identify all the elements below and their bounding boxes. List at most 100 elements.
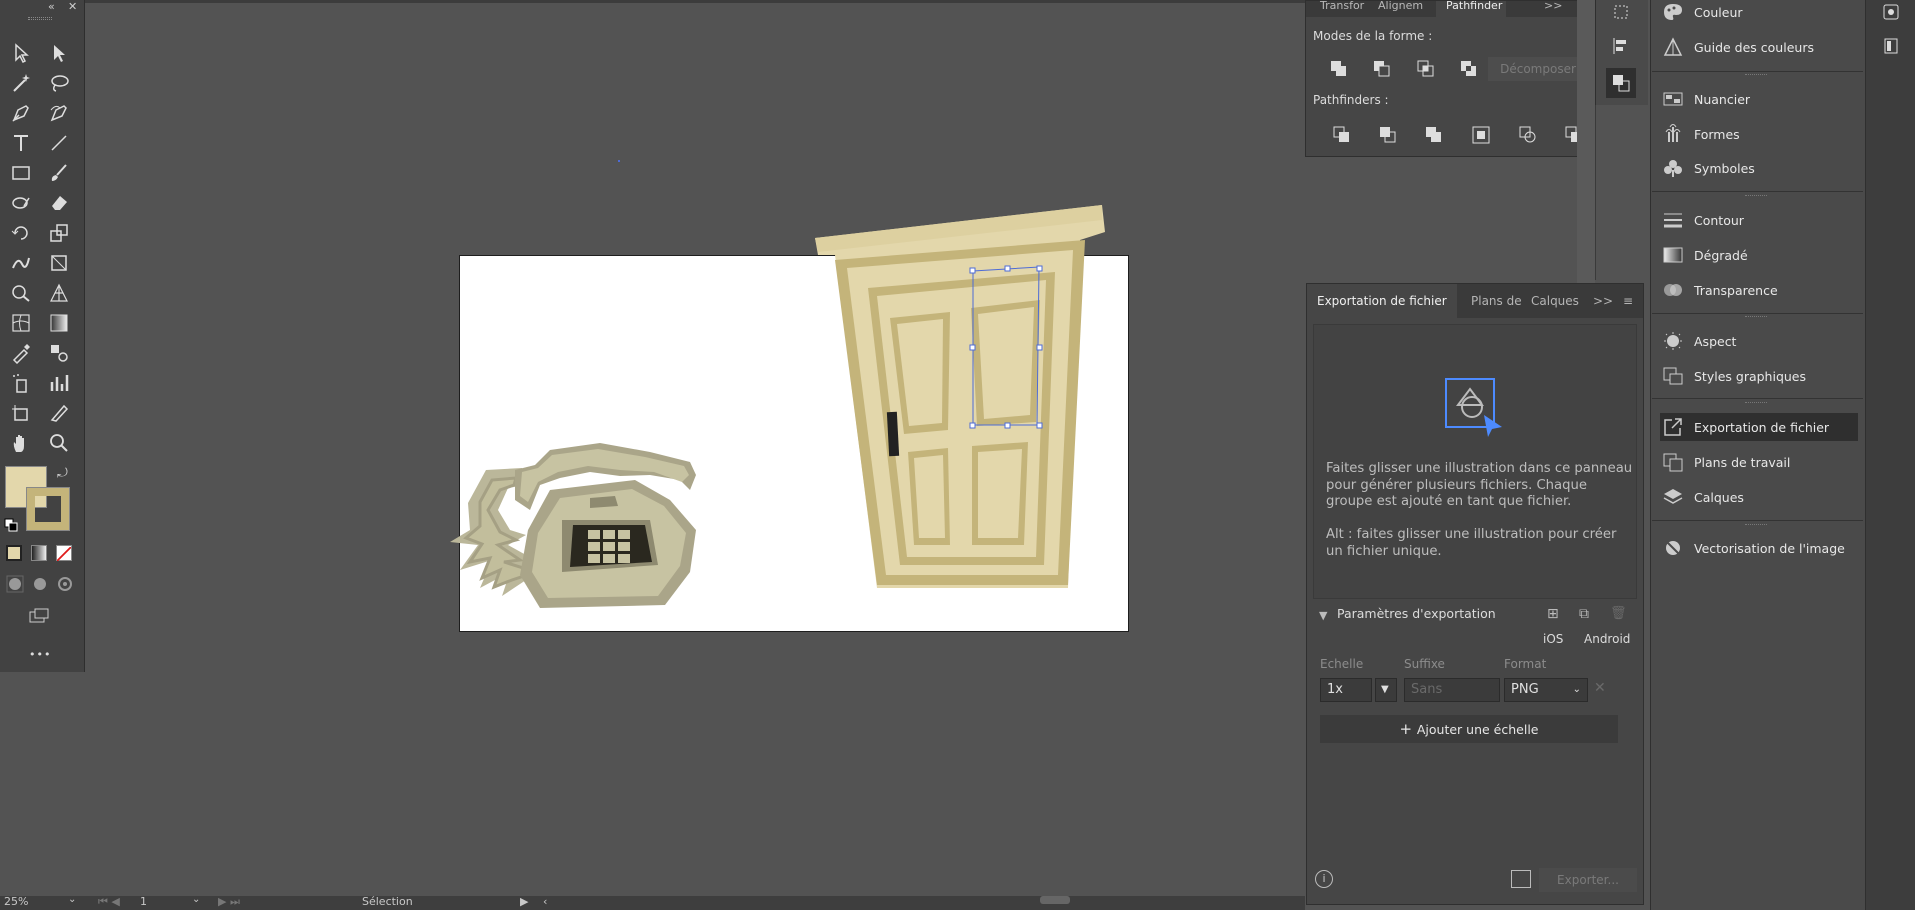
dock-grip[interactable]	[1745, 402, 1767, 405]
add-icon[interactable]: ⊞	[1547, 606, 1559, 622]
format-select[interactable]: PNG ⌄	[1504, 678, 1588, 702]
align-panel-icon[interactable]	[1611, 36, 1631, 56]
remove-scale-icon[interactable]: ✕	[1594, 680, 1606, 696]
selection-tool-icon[interactable]	[8, 40, 34, 66]
dock-item-file-export[interactable]: Exportation de fichier	[1660, 413, 1858, 441]
telephone-illustration[interactable]	[450, 443, 696, 608]
export-settings-label[interactable]: Paramètres d'exportation	[1337, 606, 1496, 621]
swap-colors-icon[interactable]: ⤾	[57, 466, 71, 481]
rotate-tool-icon[interactable]	[8, 220, 34, 246]
duplicate-icon[interactable]: ⧉	[1579, 606, 1589, 622]
trash-icon[interactable]: 🗑	[1610, 606, 1627, 621]
tab-file-export[interactable]: Exportation de fichier	[1307, 284, 1457, 318]
export-settings-dialog-icon[interactable]	[1511, 870, 1531, 888]
tab-transform[interactable]: Transfor	[1320, 0, 1364, 17]
dock-item-appearance[interactable]: Aspect	[1660, 327, 1858, 355]
gradient-tool-icon[interactable]	[46, 310, 72, 336]
status-arrow-icon[interactable]: ▶	[520, 895, 528, 908]
pen-tool-icon[interactable]	[8, 100, 34, 126]
zoom-dropdown-icon[interactable]: ⌄	[68, 894, 76, 905]
outline-icon[interactable]	[1518, 125, 1538, 145]
properties-icon[interactable]	[1881, 36, 1901, 56]
color-mode-button[interactable]	[6, 545, 22, 561]
export-drop-zone[interactable]: Faites glisser une illustration dans ce …	[1313, 324, 1637, 599]
artboard-number-field[interactable]: 1	[140, 895, 147, 908]
info-icon[interactable]: i	[1315, 870, 1333, 888]
transform-panel-icon[interactable]	[1611, 2, 1631, 22]
minus-front-icon[interactable]	[1372, 59, 1392, 79]
column-graph-tool-icon[interactable]	[46, 370, 72, 396]
dock-item-image-trace[interactable]: Vectorisation de l'image	[1660, 534, 1858, 562]
divide-icon[interactable]	[1332, 125, 1352, 145]
android-preset-button[interactable]: Android	[1584, 632, 1630, 646]
tab-align[interactable]: Alignem	[1378, 0, 1423, 17]
tab-artboards[interactable]: Plans de	[1471, 284, 1522, 318]
vertical-scrollbar[interactable]	[1577, 0, 1595, 283]
unite-icon[interactable]	[1329, 59, 1349, 79]
artboard-dropdown-icon[interactable]: ⌄	[192, 894, 200, 905]
artboard-tool-icon[interactable]	[8, 400, 34, 426]
tab-layers[interactable]: Calques	[1531, 284, 1579, 318]
intersect-icon[interactable]	[1416, 59, 1436, 79]
rectangle-tool-icon[interactable]	[8, 160, 34, 186]
dock-item-color-guide[interactable]: Guide des couleurs	[1660, 33, 1858, 61]
none-mode-button[interactable]	[56, 545, 72, 562]
perspective-grid-tool-icon[interactable]	[46, 280, 72, 306]
magic-wand-tool-icon[interactable]	[8, 70, 34, 96]
dock-grip[interactable]	[1745, 74, 1767, 77]
tab-overflow-button[interactable]: >>	[1544, 0, 1562, 17]
curvature-tool-icon[interactable]	[46, 100, 72, 126]
more-tools-button[interactable]: •••	[29, 648, 51, 661]
tab-overflow-button[interactable]: >>	[1593, 284, 1613, 318]
export-button[interactable]: Exporter...	[1539, 868, 1637, 892]
direct-selection-tool-icon[interactable]	[46, 40, 72, 66]
dock-item-color[interactable]: Couleur	[1660, 0, 1858, 26]
zoom-field[interactable]: 25%	[4, 895, 28, 908]
line-tool-icon[interactable]	[46, 130, 72, 156]
merge-icon[interactable]	[1424, 125, 1444, 145]
horizontal-scrollbar-thumb[interactable]	[1040, 896, 1070, 904]
blend-tool-icon[interactable]	[46, 340, 72, 366]
hand-tool-icon[interactable]	[8, 430, 34, 456]
free-transform-tool-icon[interactable]	[46, 250, 72, 276]
mesh-tool-icon[interactable]	[8, 310, 34, 336]
libraries-icon[interactable]	[1881, 2, 1901, 22]
trim-icon[interactable]	[1378, 125, 1398, 145]
dock-item-symbols[interactable]: Symboles	[1660, 154, 1858, 182]
shaper-tool-icon[interactable]	[8, 190, 34, 216]
shape-builder-tool-icon[interactable]	[8, 280, 34, 306]
pathfinder-panel-icon[interactable]	[1606, 68, 1636, 98]
slice-tool-icon[interactable]	[46, 400, 72, 426]
add-scale-button[interactable]: + Ajouter une échelle	[1320, 715, 1618, 743]
eyedropper-tool-icon[interactable]	[8, 340, 34, 366]
expand-button[interactable]: Décomposer	[1488, 57, 1588, 81]
panel-menu-icon[interactable]: ≡	[1623, 284, 1633, 318]
width-tool-icon[interactable]	[8, 250, 34, 276]
stroke-color-swatch[interactable]	[26, 487, 70, 531]
dock-item-layers[interactable]: Calques	[1660, 483, 1858, 511]
ios-preset-button[interactable]: iOS	[1543, 632, 1563, 646]
draw-behind-icon[interactable]	[27, 571, 53, 597]
eraser-tool-icon[interactable]	[46, 190, 72, 216]
scroll-left-icon[interactable]: ‹	[543, 895, 547, 908]
type-tool-icon[interactable]	[8, 130, 34, 156]
gradient-mode-button[interactable]	[31, 545, 47, 561]
collapse-tools-button[interactable]: «	[48, 0, 55, 13]
dock-grip[interactable]	[1745, 316, 1767, 319]
dock-item-gradient[interactable]: Dégradé	[1660, 241, 1858, 269]
first-artboard-icon[interactable]: ⏮ ◀	[98, 895, 120, 909]
dock-item-swatches[interactable]: Nuancier	[1660, 85, 1858, 113]
door-illustration[interactable]	[815, 205, 1105, 588]
dock-item-transparency[interactable]: Transparence	[1660, 276, 1858, 304]
last-artboard-icon[interactable]: ▶ ⏭	[218, 895, 240, 909]
dock-item-artboards[interactable]: Plans de travail	[1660, 448, 1858, 476]
default-colors-icon[interactable]	[4, 517, 18, 532]
scale-dropdown-icon[interactable]: ▼	[1375, 678, 1397, 702]
crop-icon[interactable]	[1471, 125, 1491, 145]
draw-normal-icon[interactable]	[2, 571, 28, 597]
symbol-sprayer-tool-icon[interactable]	[8, 370, 34, 396]
dock-item-stroke[interactable]: Contour	[1660, 206, 1858, 234]
screen-mode-icon[interactable]	[26, 604, 52, 630]
paintbrush-tool-icon[interactable]	[46, 160, 72, 186]
dock-item-graphic-styles[interactable]: Styles graphiques	[1660, 362, 1858, 390]
